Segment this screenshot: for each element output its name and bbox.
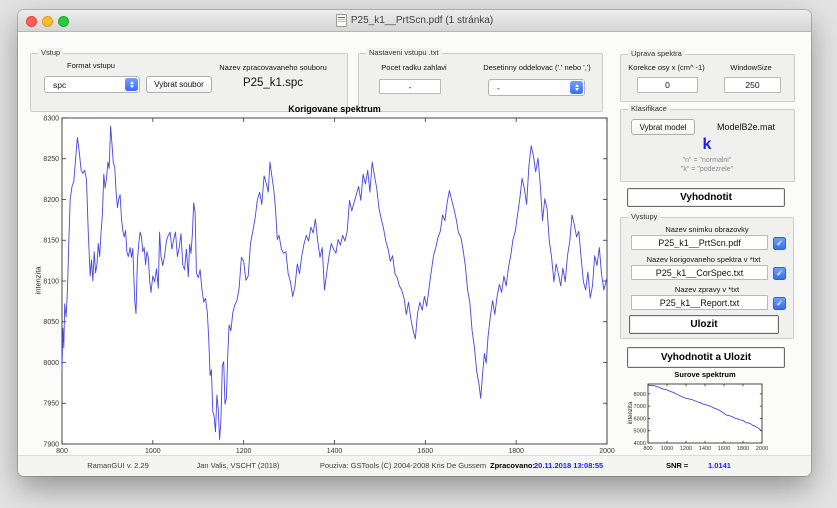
zprava-field[interactable]: [631, 295, 768, 310]
processed-label: Zpracovano:: [490, 461, 536, 470]
app-window: P25_k1__PrtScn.pdf (1 stránka) Vstup For…: [18, 10, 811, 476]
korigovane-spektrum-plot: 800 1000 1200 1400 1600 1800 2000 7900 7950 8000 8…: [43, 115, 615, 455]
svg-text:8250: 8250: [43, 156, 59, 163]
author-text: Jan Valis, VSCHT (2018): [196, 461, 280, 470]
svg-text:8100: 8100: [43, 278, 59, 285]
svg-text:1000: 1000: [661, 446, 673, 452]
svg-text:7900: 7900: [43, 441, 59, 448]
pocet-radku-label: Pocet radku zahlavi: [381, 63, 447, 72]
svg-text:1200: 1200: [236, 448, 252, 455]
korekce-field[interactable]: [637, 77, 698, 93]
zprava-checkbox[interactable]: ✓: [773, 297, 786, 310]
window-title: P25_k1__PrtScn.pdf (1 stránka): [18, 10, 811, 31]
snimek-field[interactable]: [631, 235, 768, 250]
svg-text:8050: 8050: [43, 319, 59, 326]
svg-text:5000: 5000: [634, 429, 646, 435]
svg-text:7950: 7950: [43, 401, 59, 408]
svg-text:1400: 1400: [699, 446, 711, 452]
svg-text:8000: 8000: [43, 360, 59, 367]
version-text: RamanGUI v. 2.29: [87, 461, 149, 470]
vyhodnotit-a-ulozit-button[interactable]: Vyhodnotit a Ulozit: [627, 347, 785, 368]
format-vstupu-dropdown[interactable]: spc: [44, 76, 140, 93]
stepper-icon: [570, 81, 583, 94]
document-icon: [335, 14, 347, 27]
surove-spektrum-plot: 800 1000 1200 1400 1600 1800 20004000500060007…: [634, 383, 768, 452]
korigovane-spektrum-chart: 800 1000 1200 1400 1600 1800 2000 7900 7950 8000 8…: [30, 104, 627, 474]
zoom-button[interactable]: [58, 16, 69, 27]
svg-text:6000: 6000: [634, 416, 646, 422]
oddelovac-dropdown[interactable]: -: [488, 79, 585, 96]
result-class: k: [702, 136, 712, 153]
ulozit-button[interactable]: Ulozit: [629, 315, 779, 334]
oddelovac-value: -: [497, 82, 500, 93]
desktop: { "window": { "title": "P25_k1__PrtScn.p…: [0, 0, 837, 508]
svg-text:4000: 4000: [634, 441, 646, 447]
svg-text:1800: 1800: [508, 448, 524, 455]
korekce-label: Korekce osy x (cm^ -1): [628, 63, 705, 72]
oddelovac-label: Desetinny oddelovac ('.' nebo ','): [483, 63, 591, 72]
panel-klasifikace: Klasifikace Vybrat model ModelB2e.mat k …: [620, 104, 795, 182]
snr-label: SNR =: [666, 461, 689, 470]
snimek-label: Nazev snimku obrazovky: [665, 225, 749, 234]
svg-text:8200: 8200: [43, 197, 59, 204]
vyhodnotit-button[interactable]: Vyhodnotit: [627, 188, 785, 207]
format-vstupu-value: spc: [53, 79, 67, 90]
panel-vstup-title: Vstup: [38, 48, 64, 57]
panel-nastaveni-title: Nastaveni vstupu .txt: [366, 48, 442, 57]
svg-text:8150: 8150: [43, 238, 59, 245]
svg-text:2000: 2000: [599, 448, 615, 455]
vybrat-model-button[interactable]: Vybrat model: [631, 119, 695, 135]
statusbar: RamanGUI v. 2.29 Jan Valis, VSCHT (2018)…: [18, 455, 811, 476]
check-icon: ✓: [776, 239, 783, 248]
legend-line2: "k" = "podezrele": [680, 166, 734, 173]
svg-text:1600: 1600: [718, 446, 730, 452]
close-button[interactable]: [26, 16, 37, 27]
panel-klasifikace-title: Klasifikace: [628, 104, 670, 113]
panel-nastaveni: Nastaveni vstupu .txt Pocet radku zahlav…: [358, 48, 603, 112]
panel-vystupy: Vystupy Nazev snimku obrazovky ✓ Nazev k…: [620, 212, 794, 339]
svg-text:7000: 7000: [634, 404, 646, 410]
panel-uprava-title: Uprava spektra: [628, 49, 685, 58]
svg-text:2000: 2000: [756, 446, 768, 452]
korig-spektrum-checkbox[interactable]: ✓: [773, 267, 786, 280]
credits-text: Pouziva: GSTools (C) 2004-2008 Kris De G…: [319, 461, 487, 470]
korig-spektrum-label: Nazev korigovaneho spektra v *txt: [646, 255, 761, 264]
nazev-souboru-value: P25_k1.spc: [242, 77, 304, 89]
pocet-radku-field[interactable]: [379, 79, 441, 94]
snr-value: 1.0141: [708, 461, 731, 470]
check-icon: ✓: [776, 299, 783, 308]
window-title-text: P25_k1__PrtScn.pdf (1 stránka): [350, 15, 494, 26]
zprava-label: Nazev zpravy v *txt: [674, 285, 740, 294]
window-content: Vstup Format vstupu spc Vybrat soubor Na…: [18, 31, 811, 476]
svg-text:8300: 8300: [43, 115, 59, 122]
windowsize-field[interactable]: [724, 77, 781, 93]
svg-text:8000: 8000: [634, 392, 646, 398]
panel-uprava: Uprava spektra Korekce osy x (cm^ -1) Wi…: [620, 49, 795, 102]
korig-spektrum-field[interactable]: [631, 265, 768, 280]
windowsize-label: WindowSize: [730, 63, 772, 72]
nazev-souboru-label: Nazev zpracovavaneho souboru: [219, 63, 327, 72]
panel-vstup: Vstup Format vstupu spc Vybrat soubor Na…: [30, 48, 348, 112]
svg-text:1000: 1000: [145, 448, 161, 455]
processed-value: 20.11.2018 13:08:55: [534, 461, 604, 470]
svg-text:1600: 1600: [418, 448, 434, 455]
svg-text:1400: 1400: [327, 448, 343, 455]
check-icon: ✓: [776, 269, 783, 278]
model-value: ModelB2e.mat: [716, 122, 776, 132]
snimek-checkbox[interactable]: ✓: [773, 237, 786, 250]
titlebar: P25_k1__PrtScn.pdf (1 stránka): [18, 10, 811, 32]
panel-vystupy-title: Vystupy: [628, 212, 661, 221]
stepper-icon: [125, 78, 138, 91]
svg-text:1800: 1800: [737, 446, 749, 452]
legend-line1: "n" = "normalni": [682, 157, 732, 164]
svg-text:1200: 1200: [680, 446, 692, 452]
minimize-button[interactable]: [42, 16, 53, 27]
svg-text:800: 800: [56, 448, 68, 455]
format-vstupu-label: Format vstupu: [67, 61, 115, 70]
